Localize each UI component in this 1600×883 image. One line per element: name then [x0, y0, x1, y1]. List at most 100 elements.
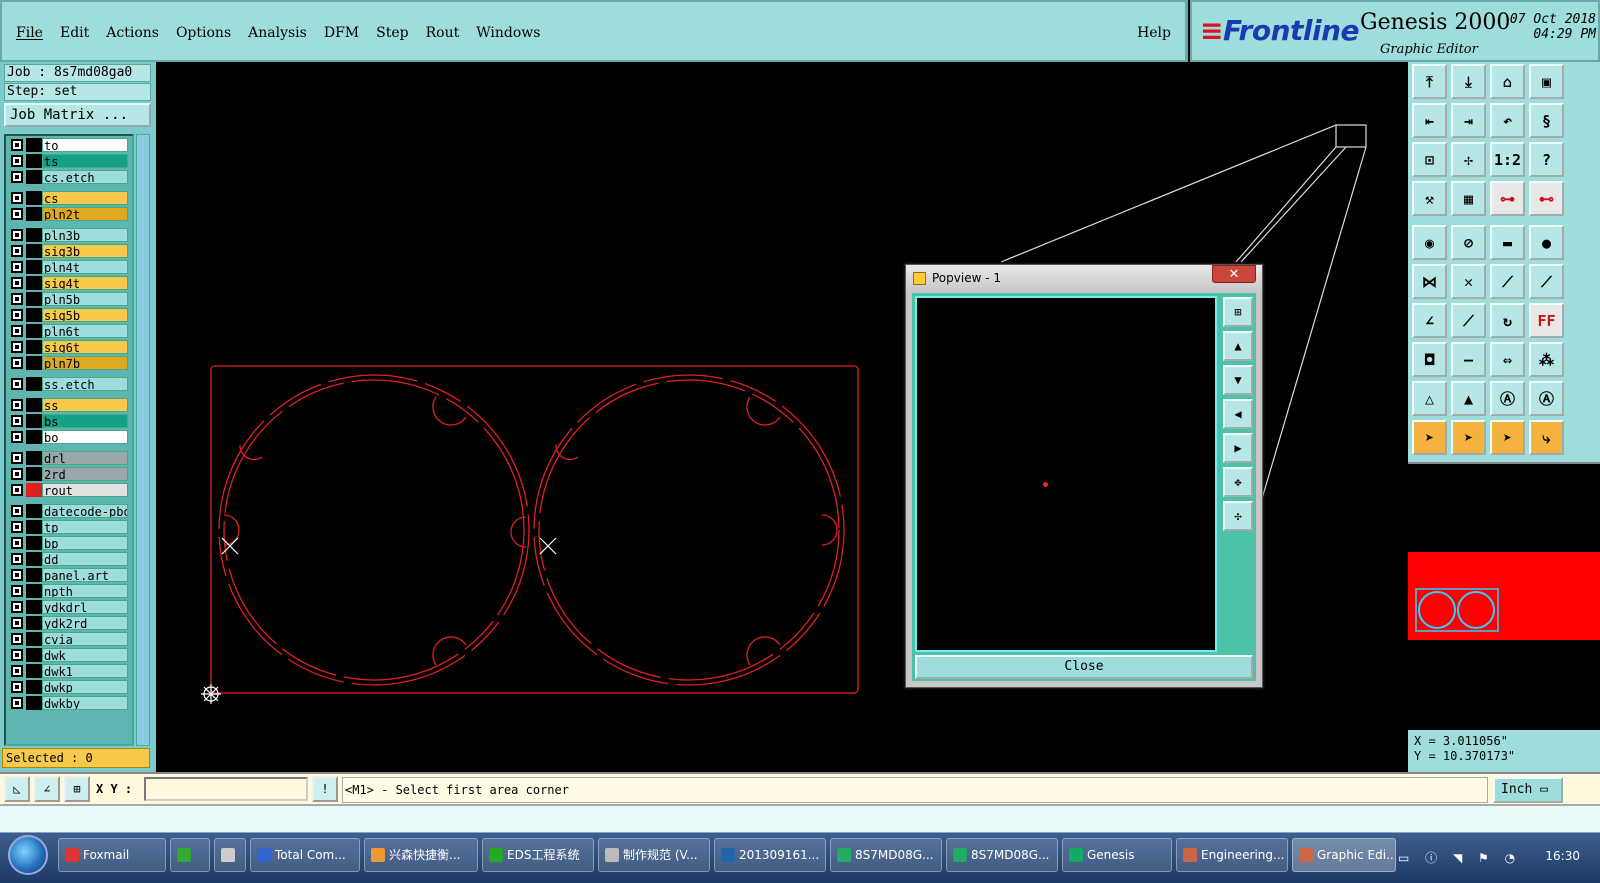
add-pad-icon[interactable]: ◉ [1412, 225, 1447, 260]
layer-row-cs[interactable]: cs [8, 191, 128, 205]
dash-icon[interactable]: — [1451, 342, 1486, 377]
layer-name[interactable]: dwkp [42, 680, 128, 694]
popview-titlebar[interactable]: Popview - 1 [906, 265, 1262, 291]
layer-row-cvia[interactable]: cvia [8, 632, 128, 646]
layer-checkbox[interactable] [11, 484, 23, 496]
pan-up-icon[interactable]: ▲ [1223, 331, 1253, 361]
layer-row-datecode-pbo[interactable]: datecode-pbo [8, 504, 128, 518]
layer-color-swatch[interactable] [26, 467, 42, 481]
tools-icon[interactable]: ⚒ [1412, 181, 1447, 216]
taskbar-item[interactable] [214, 838, 246, 872]
layer-color-swatch[interactable] [26, 568, 42, 582]
layer-name[interactable]: ydkdrl [42, 600, 128, 614]
layer-row-dwk[interactable]: dwk [8, 648, 128, 662]
layer-name[interactable]: dd [42, 552, 128, 566]
trap2-icon[interactable]: Ⓐ [1529, 381, 1564, 416]
measure-icon[interactable]: ∠ [34, 776, 60, 802]
taskbar-item[interactable]: EDS工程系统 [482, 838, 594, 872]
clock[interactable]: 16:30 [1545, 849, 1580, 863]
layer-checkbox[interactable] [11, 139, 23, 151]
layer-color-swatch[interactable] [26, 632, 42, 646]
layer-color-swatch[interactable] [26, 616, 42, 630]
layer-name[interactable]: ydk2rd [42, 616, 128, 630]
layer-list[interactable]: to ts cs.etch cs pln2t pln3b sig3b pln4t sig4t pl… [4, 134, 134, 746]
s-shape-icon[interactable]: § [1529, 103, 1564, 138]
units-selector[interactable]: Inch ▭ [1493, 777, 1563, 803]
popview-close-icon[interactable]: ✕ [1212, 265, 1256, 283]
layer-row-dwkby[interactable]: dwkby [8, 696, 128, 710]
layer-color-swatch[interactable] [26, 584, 42, 598]
layer-row-ss[interactable]: ss [8, 398, 128, 412]
layer-checkbox[interactable] [11, 521, 23, 533]
layer-row-sig6t[interactable]: sig6t [8, 340, 128, 354]
layer-row-bo[interactable]: bo [8, 430, 128, 444]
layer-color-swatch[interactable] [26, 356, 42, 370]
layer-color-swatch[interactable] [26, 292, 42, 306]
triangle2-icon[interactable]: ▲ [1451, 381, 1486, 416]
layer-name[interactable]: cs [42, 191, 128, 205]
dot-icon[interactable]: ● [1529, 225, 1564, 260]
move-up-icon[interactable]: ⤒ [1412, 64, 1447, 99]
cluster-icon[interactable]: ⁂ [1529, 342, 1564, 377]
layer-checkbox[interactable] [11, 697, 23, 709]
layer-checkbox[interactable] [11, 601, 23, 613]
undo-icon[interactable]: ↶ [1490, 103, 1525, 138]
menu-actions[interactable]: Actions [106, 25, 159, 41]
layer-row-sig3b[interactable]: sig3b [8, 244, 128, 258]
layer-checkbox[interactable] [11, 585, 23, 597]
net-icon[interactable]: ⊶ [1490, 181, 1525, 216]
layer-color-swatch[interactable] [26, 308, 42, 322]
taskbar-item[interactable]: Engineering... [1176, 838, 1288, 872]
layer-color-swatch[interactable] [26, 154, 42, 168]
layer-checkbox[interactable] [11, 261, 23, 273]
layer-row-pln2t[interactable]: pln2t [8, 207, 128, 221]
taskbar-item[interactable]: 8S7MD08G... [946, 838, 1058, 872]
layer-row-sig4t[interactable]: sig4t [8, 276, 128, 290]
layer-color-swatch[interactable] [26, 228, 42, 242]
layer-checkbox[interactable] [11, 399, 23, 411]
layer-name[interactable]: pln6t [42, 324, 128, 338]
layer-name[interactable]: npth [42, 584, 128, 598]
layer-row-ydk2rd[interactable]: ydk2rd [8, 616, 128, 630]
job-matrix-button[interactable]: Job Matrix ... [4, 103, 151, 127]
layer-name[interactable]: pln4t [42, 260, 128, 274]
layer-color-swatch[interactable] [26, 260, 42, 274]
layer-name[interactable]: sig6t [42, 340, 128, 354]
taskbar-item[interactable]: 201309161... [714, 838, 826, 872]
popview-canvas[interactable] [915, 296, 1217, 652]
menu-rout[interactable]: Rout [426, 25, 460, 41]
layer-color-swatch[interactable] [26, 696, 42, 710]
layer-row-bp[interactable]: bp [8, 536, 128, 550]
layer-name[interactable]: panel.art [42, 568, 128, 582]
layer-color-swatch[interactable] [26, 664, 42, 678]
layer-name[interactable]: bs [42, 414, 128, 428]
route-icon[interactable]: ⤷ [1529, 420, 1564, 455]
layer-name[interactable]: cvia [42, 632, 128, 646]
layer-row-sig5b[interactable]: sig5b [8, 308, 128, 322]
layer-row-npth[interactable]: npth [8, 584, 128, 598]
move-down-icon[interactable]: ⤓ [1451, 64, 1486, 99]
layer-color-swatch[interactable] [26, 324, 42, 338]
layer-row-panel.art[interactable]: panel.art [8, 568, 128, 582]
layer-checkbox[interactable] [11, 505, 23, 517]
layer-checkbox[interactable] [11, 378, 23, 390]
cross-icon[interactable]: ⊘ [1451, 225, 1486, 260]
taskbar-item[interactable]: Graphic Edi... [1292, 838, 1396, 872]
pan-left-icon[interactable]: ◀ [1223, 399, 1253, 429]
scale-icon[interactable]: 1:2 [1490, 142, 1525, 177]
layer-row-to[interactable]: to [8, 138, 128, 152]
slash-icon[interactable]: ⟋ [1451, 303, 1486, 338]
layer-checkbox[interactable] [11, 325, 23, 337]
layer-name[interactable]: bo [42, 430, 128, 444]
taskbar-item[interactable]: 兴森快捷衡... [364, 838, 478, 872]
overview-window[interactable] [1408, 462, 1600, 730]
layer-color-swatch[interactable] [26, 377, 42, 391]
info-icon[interactable]: ! [312, 776, 338, 802]
menu-help[interactable]: Help [1137, 25, 1171, 41]
menu-edit[interactable]: Edit [60, 25, 89, 41]
layer-checkbox[interactable] [11, 537, 23, 549]
layer-row-pln4t[interactable]: pln4t [8, 260, 128, 274]
net2-icon[interactable]: ⊷ [1529, 181, 1564, 216]
layer-color-swatch[interactable] [26, 276, 42, 290]
layer-checkbox[interactable] [11, 452, 23, 464]
